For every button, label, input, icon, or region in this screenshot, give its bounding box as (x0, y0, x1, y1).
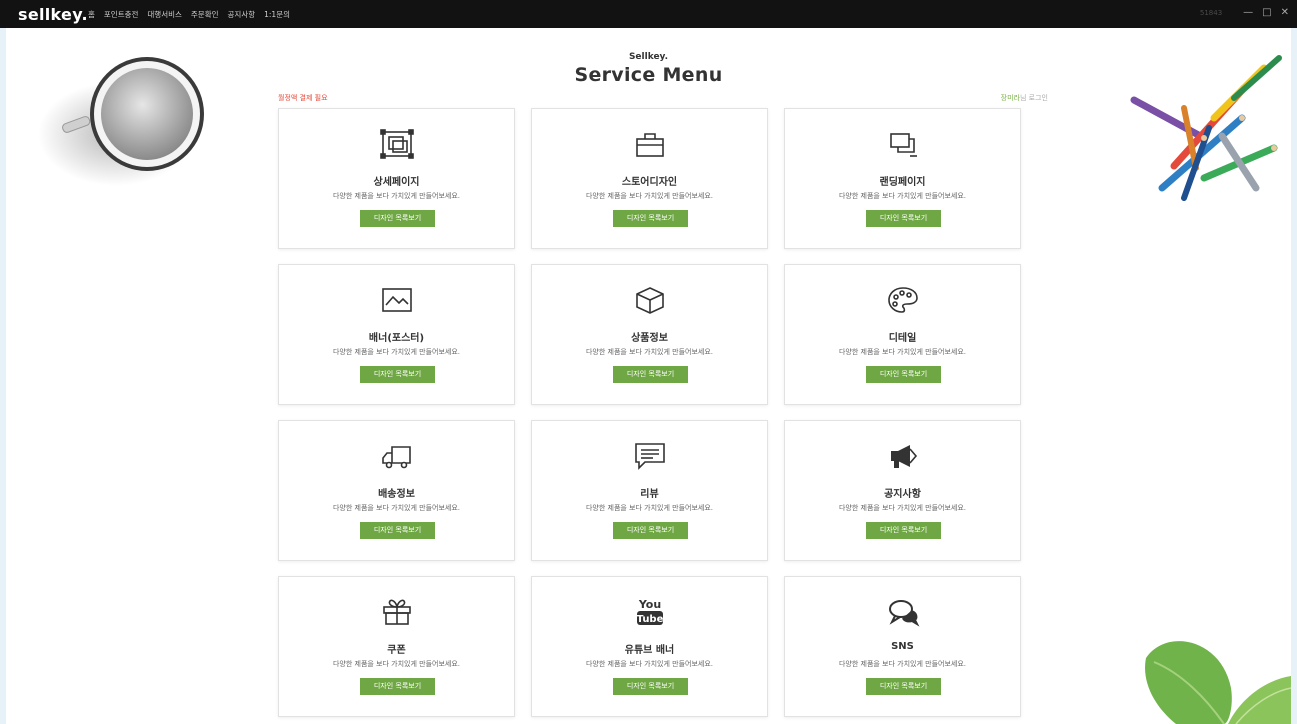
card-title: 리뷰 (640, 489, 659, 500)
window-controls: 51843 — □ ✕ (1200, 7, 1289, 19)
app-logo[interactable]: sellkey. (18, 5, 88, 24)
service-card-detail: 디테일 다양한 제품을 보다 가치있게 만들어보세요. 디자인 목록보기 (784, 264, 1021, 405)
service-card-youtube-banner: You Tube 유튜브 배너 다양한 제품을 보다 가치있게 만들어보세요. … (531, 576, 768, 717)
card-title: 랜딩페이지 (879, 177, 926, 188)
store-bag-icon (532, 127, 767, 161)
card-description: 다양한 제품을 보다 가치있게 만들어보세요. (838, 192, 967, 200)
view-designs-button[interactable]: 디자인 목록보기 (360, 210, 435, 227)
service-card-notice: 공지사항 다양한 제품을 보다 가치있게 만들어보세요. 디자인 목록보기 (784, 420, 1021, 561)
minimize-icon[interactable]: — (1243, 7, 1253, 19)
youtube-icon: You Tube (532, 595, 767, 629)
service-card-detail-page: 상세페이지 다양한 제품을 보다 가치있게 만들어보세요. 디자인 목록보기 (278, 108, 515, 249)
service-card-banner: 배너(포스터) 다양한 제품을 보다 가치있게 만들어보세요. 디자인 목록보기 (278, 264, 515, 405)
card-description: 다양한 제품을 보다 가치있게 만들어보세요. (838, 348, 967, 356)
service-card-product-info: 상품정보 다양한 제품을 보다 가치있게 만들어보세요. 디자인 목록보기 (531, 264, 768, 405)
page-title: Service Menu (574, 64, 723, 86)
nav-item-order-check[interactable]: 주문확인 (191, 9, 219, 20)
system-number: 51843 (1199, 9, 1223, 17)
sns-chat-icon (785, 595, 1020, 629)
card-description: 다양한 제품을 보다 가치있게 만들어보세요. (585, 192, 714, 200)
palette-icon (785, 283, 1020, 317)
view-designs-button[interactable]: 디자인 목록보기 (360, 522, 435, 539)
card-title: 쿠폰 (387, 645, 406, 656)
view-designs-button[interactable]: 디자인 목록보기 (866, 366, 941, 383)
youtube-tube-text: Tube (636, 614, 663, 625)
view-designs-button[interactable]: 디자인 목록보기 (613, 522, 688, 539)
delivery-truck-icon (279, 439, 514, 473)
youtube-you-text: You (637, 598, 660, 611)
login-status: 장미라님 로그인 (1001, 93, 1048, 103)
card-title: 디테일 (888, 333, 917, 344)
view-designs-button[interactable]: 디자인 목록보기 (360, 678, 435, 695)
detail-page-icon (279, 127, 514, 161)
login-suffix: 님 로그인 (1020, 94, 1048, 102)
landing-pages-icon (785, 127, 1020, 161)
brand-label: Sellkey. (628, 52, 669, 62)
card-title: 유튜브 배너 (624, 645, 675, 656)
nav-item-point-charge[interactable]: 포인트충전 (104, 9, 139, 20)
service-card-coupon: 쿠폰 다양한 제품을 보다 가치있게 만들어보세요. 디자인 목록보기 (278, 576, 515, 717)
view-designs-button[interactable]: 디자인 목록보기 (866, 210, 941, 227)
card-title: 상세페이지 (373, 177, 420, 188)
card-description: 다양한 제품을 보다 가치있게 만들어보세요. (585, 660, 714, 668)
card-title: 배너(포스터) (368, 333, 425, 344)
service-card-delivery: 배송정보 다양한 제품을 보다 가치있게 만들어보세요. 디자인 목록보기 (278, 420, 515, 561)
view-designs-button[interactable]: 디자인 목록보기 (613, 678, 688, 695)
nav-item-inquiry[interactable]: 1:1문의 (264, 9, 290, 20)
service-card-sns: SNS 다양한 제품을 보다 가치있게 만들어보세요. 디자인 목록보기 (784, 576, 1021, 717)
banner-image-icon (279, 283, 514, 317)
view-designs-button[interactable]: 디자인 목록보기 (360, 366, 435, 383)
user-name[interactable]: 장미라 (1001, 94, 1020, 102)
top-nav: 홈 포인트충전 대행서비스 주문확인 공지사항 1:1문의 (88, 9, 299, 20)
card-title: 배송정보 (378, 489, 415, 500)
card-description: 다양한 제품을 보다 가치있게 만들어보세요. (585, 504, 714, 512)
card-description: 다양한 제품을 보다 가치있게 만들어보세요. (838, 660, 967, 668)
view-designs-button[interactable]: 디자인 목록보기 (613, 366, 688, 383)
maximize-icon[interactable]: □ (1262, 7, 1271, 19)
card-description: 다양한 제품을 보다 가치있게 만들어보세요. (332, 660, 461, 668)
card-description: 다양한 제품을 보다 가치있게 만들어보세요. (585, 348, 714, 356)
card-title: 스토어디자인 (621, 177, 678, 188)
gift-icon (279, 595, 514, 629)
view-designs-button[interactable]: 디자인 목록보기 (613, 210, 688, 227)
main-content: Sellkey. Service Menu 월정액 결제 필요 장미라님 로그인… (6, 28, 1291, 724)
card-title: 상품정보 (631, 333, 668, 344)
service-card-landing-page: 랜딩페이지 다양한 제품을 보다 가치있게 만들어보세요. 디자인 목록보기 (784, 108, 1021, 249)
nav-item-notice[interactable]: 공지사항 (228, 9, 256, 20)
card-description: 다양한 제품을 보다 가치있게 만들어보세요. (838, 504, 967, 512)
close-icon[interactable]: ✕ (1281, 7, 1289, 19)
card-description: 다양한 제품을 보다 가치있게 만들어보세요. (332, 504, 461, 512)
card-title: SNS (891, 641, 914, 652)
product-box-icon (532, 283, 767, 317)
card-description: 다양한 제품을 보다 가치있게 만들어보세요. (332, 348, 461, 356)
megaphone-icon (785, 439, 1020, 473)
leaf-decoration (1145, 641, 1291, 724)
service-card-store-design: 스토어디자인 다양한 제품을 보다 가치있게 만들어보세요. 디자인 목록보기 (531, 108, 768, 249)
title-bar: sellkey. 홈 포인트충전 대행서비스 주문확인 공지사항 1:1문의 5… (0, 0, 1297, 28)
nav-item-agency-service[interactable]: 대행서비스 (147, 9, 182, 20)
review-chat-icon (532, 439, 767, 473)
card-description: 다양한 제품을 보다 가치있게 만들어보세요. (332, 192, 461, 200)
view-designs-button[interactable]: 디자인 목록보기 (866, 678, 941, 695)
view-designs-button[interactable]: 디자인 목록보기 (866, 522, 941, 539)
payment-notice[interactable]: 월정액 결제 필요 (278, 93, 328, 103)
service-card-review: 리뷰 다양한 제품을 보다 가치있게 만들어보세요. 디자인 목록보기 (531, 420, 768, 561)
nav-item-home[interactable]: 홈 (88, 9, 95, 20)
card-title: 공지사항 (884, 489, 921, 500)
